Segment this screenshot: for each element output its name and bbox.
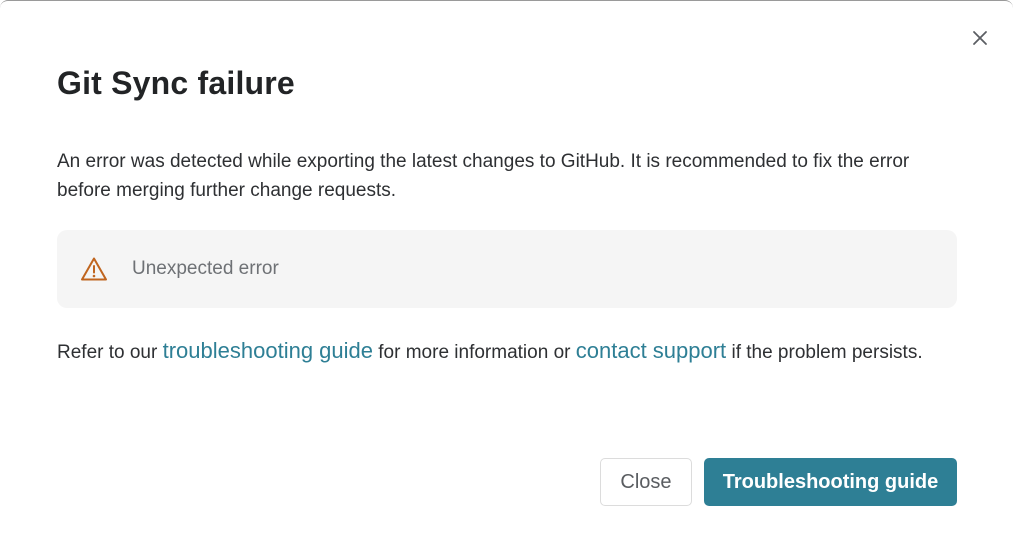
help-middle: for more information or xyxy=(373,342,576,363)
warning-triangle-icon xyxy=(79,254,109,284)
help-prefix: Refer to our xyxy=(57,342,163,363)
troubleshooting-guide-button[interactable]: Troubleshooting guide xyxy=(704,458,957,506)
close-button[interactable]: Close xyxy=(600,458,692,506)
contact-support-link[interactable]: contact support xyxy=(576,338,726,363)
help-suffix: if the problem persists. xyxy=(726,342,923,363)
git-sync-failure-dialog: Git Sync failure An error was detected w… xyxy=(0,0,1013,548)
close-dialog-button[interactable] xyxy=(967,25,993,51)
dialog-title: Git Sync failure xyxy=(57,65,295,101)
error-message-box: Unexpected error xyxy=(57,230,957,308)
dialog-description: An error was detected while exporting th… xyxy=(57,151,910,201)
help-text: Refer to our troubleshooting guide for m… xyxy=(57,335,957,369)
troubleshooting-guide-link[interactable]: troubleshooting guide xyxy=(163,338,373,363)
error-message: Unexpected error xyxy=(132,258,279,279)
close-icon xyxy=(973,31,987,45)
